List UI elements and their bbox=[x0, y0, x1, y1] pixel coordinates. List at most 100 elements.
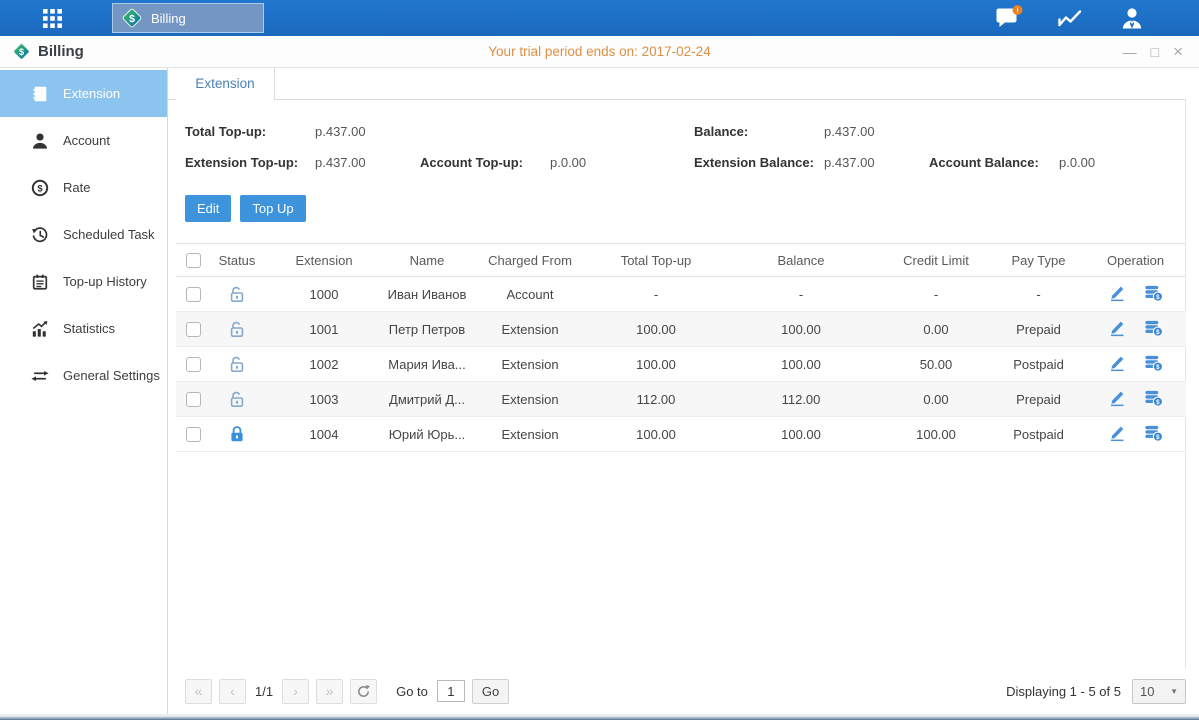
cell-total-topup: 100.00 bbox=[590, 417, 722, 452]
cell-pay-type: - bbox=[992, 277, 1085, 312]
sidebar-item-label: Top-up History bbox=[63, 274, 147, 289]
sidebar-item-label: Extension bbox=[63, 86, 120, 101]
locked-icon bbox=[227, 424, 247, 444]
sidebar-item-label: General Settings bbox=[63, 368, 160, 383]
sidebar-item-label: Statistics bbox=[63, 321, 115, 336]
sidebar-item-general-settings[interactable]: General Settings bbox=[0, 352, 167, 399]
top-up-button[interactable]: Top Up bbox=[240, 195, 305, 222]
cell-balance: 100.00 bbox=[722, 312, 880, 347]
cell-total-topup: 100.00 bbox=[590, 312, 722, 347]
next-page-button[interactable]: › bbox=[282, 679, 309, 704]
cell-pay-type: Postpaid bbox=[992, 347, 1085, 382]
unlocked-icon bbox=[227, 389, 247, 409]
cell-balance: 100.00 bbox=[722, 417, 880, 452]
user-button[interactable] bbox=[1113, 3, 1151, 33]
table-header-row: Status Extension Name Charged From Total… bbox=[176, 244, 1186, 277]
sidebar-item-extension[interactable]: Extension bbox=[0, 70, 167, 117]
cell-balance: 100.00 bbox=[722, 347, 880, 382]
goto-page-input[interactable] bbox=[437, 680, 465, 702]
cell-name: Иван Иванов bbox=[384, 277, 470, 312]
select-all-checkbox[interactable] bbox=[186, 253, 201, 268]
trial-notice: Your trial period ends on: 2017-02-24 bbox=[488, 44, 710, 59]
extension-icon bbox=[30, 84, 50, 104]
edit-extension-button[interactable] bbox=[1107, 283, 1128, 303]
cell-total-topup: - bbox=[590, 277, 722, 312]
tab-bar: Extension bbox=[168, 68, 1186, 100]
chevron-down-icon: ▼ bbox=[1170, 687, 1178, 696]
edit-extension-button[interactable] bbox=[1107, 353, 1128, 373]
sidebar-item-statistics[interactable]: Statistics bbox=[0, 305, 167, 352]
edit-extension-button[interactable] bbox=[1107, 423, 1128, 443]
table-row: 1000 Иван Иванов Account - - - - bbox=[176, 277, 1186, 312]
cell-extension: 1001 bbox=[264, 312, 384, 347]
page-size-dropdown[interactable]: 10 ▼ bbox=[1132, 679, 1186, 704]
rate-icon: $ bbox=[30, 178, 50, 198]
row-checkbox[interactable] bbox=[186, 357, 201, 372]
statistics-button[interactable] bbox=[1052, 3, 1090, 33]
cell-charged-from: Extension bbox=[470, 382, 590, 417]
edit-extension-button[interactable] bbox=[1107, 318, 1128, 338]
page-size-value: 10 bbox=[1140, 684, 1154, 699]
window-controls: — □ × bbox=[1123, 43, 1183, 60]
topup-extension-button[interactable] bbox=[1143, 318, 1164, 338]
topup-extension-button[interactable] bbox=[1143, 353, 1164, 373]
first-page-button[interactable]: « bbox=[185, 679, 212, 704]
topbar-tab-billing[interactable]: Billing bbox=[112, 3, 264, 33]
sidebar-item-rate[interactable]: $ Rate bbox=[0, 164, 167, 211]
col-charged-from: Charged From bbox=[470, 244, 590, 277]
notifications-button[interactable]: ! bbox=[991, 3, 1029, 33]
refresh-button[interactable] bbox=[350, 679, 377, 704]
col-name: Name bbox=[384, 244, 470, 277]
table-row: 1003 Дмитрий Д... Extension 112.00 112.0… bbox=[176, 382, 1186, 417]
col-credit-limit: Credit Limit bbox=[880, 244, 992, 277]
account-topup-label: Account Top-up: bbox=[420, 155, 550, 170]
billing-window-icon bbox=[12, 42, 31, 61]
line-chart-icon bbox=[1058, 8, 1084, 28]
cell-credit-limit: 100.00 bbox=[880, 417, 992, 452]
title-left: Billing bbox=[12, 42, 84, 61]
row-checkbox[interactable] bbox=[186, 287, 201, 302]
last-page-button[interactable]: » bbox=[316, 679, 343, 704]
apps-grid-button[interactable] bbox=[37, 3, 67, 33]
refresh-icon bbox=[356, 684, 371, 699]
table-row: 1001 Петр Петров Extension 100.00 100.00… bbox=[176, 312, 1186, 347]
balance-value: p.437.00 bbox=[824, 124, 929, 139]
page-indicator: 1/1 bbox=[255, 684, 273, 699]
row-checkbox[interactable] bbox=[186, 322, 201, 337]
tab-extension[interactable]: Extension bbox=[176, 68, 275, 100]
svg-text:$: $ bbox=[37, 183, 43, 194]
edit-extension-button[interactable] bbox=[1107, 388, 1128, 408]
cell-pay-type: Postpaid bbox=[992, 417, 1085, 452]
window-bottom-edge bbox=[0, 714, 1199, 720]
prev-page-button[interactable]: ‹ bbox=[219, 679, 246, 704]
topup-extension-button[interactable] bbox=[1143, 388, 1164, 408]
goto-label: Go to bbox=[396, 684, 428, 699]
close-icon[interactable]: × bbox=[1173, 43, 1183, 60]
minimize-icon[interactable]: — bbox=[1123, 45, 1137, 59]
scroll-region: Total Top-up: p.437.00 Extension Top-up:… bbox=[168, 100, 1186, 668]
col-operation: Operation bbox=[1085, 244, 1186, 277]
app-window: Billing ! bbox=[0, 0, 1199, 720]
sidebar-item-scheduled-task[interactable]: Scheduled Task bbox=[0, 211, 167, 258]
maximize-icon[interactable]: □ bbox=[1151, 45, 1159, 59]
extension-balance-value: p.437.00 bbox=[824, 155, 929, 170]
cell-extension: 1000 bbox=[264, 277, 384, 312]
row-checkbox[interactable] bbox=[186, 427, 201, 442]
cell-charged-from: Extension bbox=[470, 417, 590, 452]
statistics-icon bbox=[30, 319, 50, 339]
edit-button[interactable]: Edit bbox=[185, 195, 231, 222]
topup-extension-button[interactable] bbox=[1143, 423, 1164, 443]
body-row: Extension Account $ Rate Scheduled Task bbox=[0, 68, 1199, 714]
main-content: Extension Total Top-up: p.437.00 Extensi… bbox=[168, 68, 1199, 714]
go-button[interactable]: Go bbox=[472, 679, 509, 704]
cell-pay-type: Prepaid bbox=[992, 382, 1085, 417]
sidebar-item-topup-history[interactable]: Top-up History bbox=[0, 258, 167, 305]
account-topup-value: p.0.00 bbox=[550, 155, 655, 170]
row-checkbox[interactable] bbox=[186, 392, 201, 407]
topup-extension-button[interactable] bbox=[1143, 283, 1164, 303]
cell-total-topup: 100.00 bbox=[590, 347, 722, 382]
cell-balance: 112.00 bbox=[722, 382, 880, 417]
pagination-bar: « ‹ 1/1 › » Go to Go Displaying 1 - 5 of… bbox=[168, 668, 1199, 714]
billing-app-icon bbox=[121, 7, 143, 29]
sidebar-item-account[interactable]: Account bbox=[0, 117, 167, 164]
